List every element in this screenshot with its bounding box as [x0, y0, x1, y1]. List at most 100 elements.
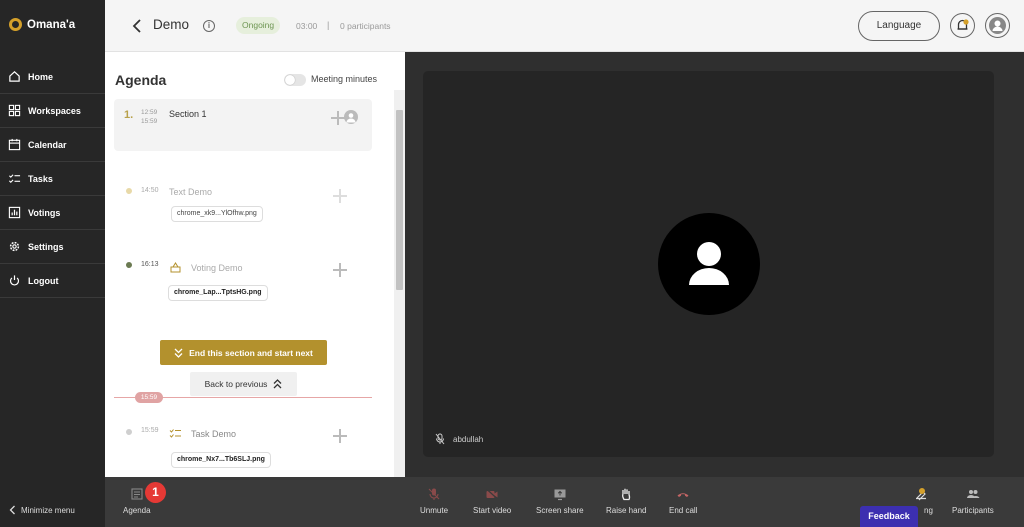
- logo-text: Omana'a: [27, 18, 76, 31]
- sidebar-item-logout[interactable]: Logout: [0, 264, 105, 298]
- calendar-icon: [8, 138, 21, 151]
- scroll-thumb[interactable]: [396, 110, 403, 290]
- sidebar: Omana'a Home Workspaces Calendar Tasks V…: [0, 0, 105, 527]
- info-icon[interactable]: i: [203, 20, 215, 32]
- current-time-marker: 15:59: [135, 392, 163, 403]
- participants-count: 0 participants: [340, 21, 391, 31]
- user-avatar[interactable]: [985, 13, 1010, 38]
- participants-icon: [966, 490, 980, 498]
- add-icon[interactable]: [333, 429, 347, 443]
- double-chevron-down-icon: [174, 348, 183, 358]
- chevron-left-icon: [9, 505, 15, 515]
- item-time: 16:13: [141, 261, 159, 268]
- section-times: 12:59 15:59: [141, 108, 157, 126]
- section-end-time: 15:59: [141, 118, 158, 125]
- meeting-minutes-label: Meeting minutes: [311, 74, 378, 84]
- workspaces-icon: [8, 104, 21, 117]
- item-title: Text Demo: [169, 187, 213, 197]
- participants-label: Participants: [952, 506, 994, 515]
- item-title: Task Demo: [191, 429, 237, 439]
- agenda-panel: Agenda Meeting minutes 1. 12:59 15:59 Se…: [105, 52, 405, 477]
- meeting-header: Demo i Ongoing 03:00 | 0 participants La…: [105, 0, 1024, 52]
- logo-icon: [9, 18, 22, 31]
- participants-button[interactable]: Participants: [952, 487, 994, 515]
- add-icon[interactable]: [333, 263, 347, 277]
- sidebar-item-votings[interactable]: Votings: [0, 196, 105, 230]
- item-status-dot: [126, 188, 132, 194]
- sidebar-item-label: Home: [28, 71, 54, 82]
- item-time: 14:50: [141, 187, 159, 194]
- sidebar-item-label: Logout: [28, 275, 59, 286]
- bell-icon: [957, 19, 969, 30]
- screen-share-button[interactable]: Screen share: [536, 487, 584, 515]
- section-number: 1.: [124, 109, 134, 121]
- agenda-title: Agenda: [115, 72, 167, 88]
- mic-muted-icon: [435, 433, 445, 445]
- meeting-controls-bar: Agenda 1 Unmute Start video Screen share…: [105, 477, 1024, 527]
- sidebar-item-tasks[interactable]: Tasks: [0, 162, 105, 196]
- item-title: Voting Demo: [191, 263, 243, 273]
- item-status-dot: [126, 262, 132, 268]
- header-separator: |: [327, 20, 330, 30]
- voting-icon: [170, 262, 181, 273]
- user-icon: [689, 242, 729, 285]
- mic-muted-icon: [428, 488, 440, 500]
- logo[interactable]: Omana'a: [9, 18, 75, 31]
- raise-hand-button[interactable]: Raise hand: [606, 487, 646, 515]
- raise-hand-label: Raise hand: [606, 506, 647, 515]
- start-video-button[interactable]: Start video: [473, 487, 511, 515]
- screen-share-icon: [554, 489, 566, 501]
- file-attachment[interactable]: chrome_xk9...YlOfhw.png: [171, 206, 263, 222]
- add-icon[interactable]: [331, 111, 345, 125]
- sidebar-nav: Home Workspaces Calendar Tasks Votings S…: [0, 60, 105, 298]
- back-arrow-icon[interactable]: [131, 18, 143, 34]
- agenda-scrollbar[interactable]: [394, 90, 405, 477]
- agenda-section[interactable]: 1. 12:59 15:59 Section 1: [114, 99, 372, 151]
- user-icon: [989, 17, 1006, 34]
- notifications-button[interactable]: [950, 13, 975, 38]
- gear-icon: [9, 241, 20, 252]
- double-chevron-up-icon: [273, 379, 282, 389]
- sidebar-item-calendar[interactable]: Calendar: [0, 128, 105, 162]
- file-attachment[interactable]: chrome_Lap...TptsHG.png: [168, 285, 268, 301]
- participant-label: abdullah: [435, 433, 483, 445]
- participant-name: abdullah: [453, 434, 484, 444]
- home-icon: [9, 71, 20, 82]
- minimize-menu-label: Minimize menu: [21, 505, 75, 515]
- sidebar-item-label: Tasks: [28, 173, 53, 184]
- section-title: Section 1: [169, 109, 207, 119]
- minimize-menu-button[interactable]: Minimize menu: [9, 505, 75, 515]
- start-video-label: Start video: [473, 506, 512, 515]
- add-icon[interactable]: [333, 189, 347, 203]
- end-call-button[interactable]: End call: [669, 487, 697, 515]
- sidebar-item-label: Votings: [28, 207, 61, 218]
- file-attachment[interactable]: chrome_Nx7...Tb6SLJ.png: [171, 452, 271, 468]
- tasks-icon: [169, 429, 181, 438]
- meeting-title: Demo: [153, 17, 190, 32]
- hand-icon: [622, 488, 631, 501]
- agenda-button-label: Agenda: [123, 506, 151, 515]
- back-to-previous-label: Back to previous: [204, 379, 268, 389]
- sidebar-item-label: Workspaces: [28, 105, 81, 116]
- back-to-previous-button[interactable]: Back to previous: [190, 372, 297, 396]
- unmute-label: Unmute: [420, 506, 449, 515]
- screen-share-label: Screen share: [536, 506, 584, 515]
- recording-indicator: [919, 488, 925, 494]
- unmute-button[interactable]: Unmute: [420, 487, 448, 515]
- meeting-timer: 03:00: [296, 21, 318, 31]
- phone-hangup-icon: [677, 493, 689, 497]
- sidebar-item-settings[interactable]: Settings: [0, 230, 105, 264]
- status-badge: Ongoing: [236, 17, 281, 34]
- language-button[interactable]: Language: [858, 11, 940, 41]
- end-section-button[interactable]: End this section and start next: [160, 340, 327, 365]
- item-time: 15:59: [141, 427, 159, 434]
- sidebar-item-home[interactable]: Home: [0, 60, 105, 94]
- end-call-label: End call: [669, 506, 698, 515]
- video-off-icon: [486, 488, 499, 500]
- feedback-button[interactable]: Feedback: [860, 506, 918, 527]
- participant-video-tile[interactable]: abdullah: [423, 71, 994, 457]
- end-section-label: End this section and start next: [189, 347, 313, 358]
- user-icon: [344, 110, 358, 124]
- meeting-minutes-toggle[interactable]: [284, 74, 306, 86]
- sidebar-item-workspaces[interactable]: Workspaces: [0, 94, 105, 128]
